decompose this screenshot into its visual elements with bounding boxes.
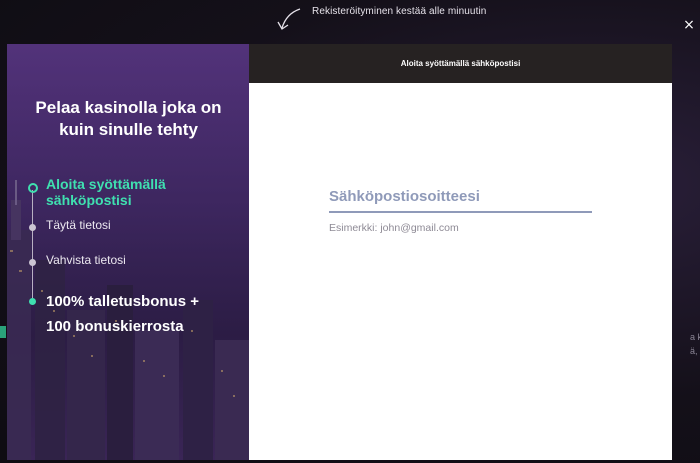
registration-hint: Rekisteröityminen kestää alle minuutin: [276, 4, 486, 34]
background-edge-fragment: [0, 326, 6, 338]
active-step-ring-icon: [28, 183, 38, 193]
email-help-text: Esimerkki: john@gmail.com: [329, 222, 459, 234]
background-text-fragment: ä, Bla: [690, 346, 700, 356]
step-label: Aloita syöttämällä sähköpostisi: [46, 176, 166, 208]
email-field-group: Esimerkki: john@gmail.com: [329, 181, 592, 234]
promo-panel: Pelaa kasinolla joka on kuin sinulle teh…: [7, 44, 249, 460]
form-header-title: Aloita syöttämällä sähköpostisi: [400, 59, 521, 68]
steps-connector-line: [32, 190, 33, 298]
promo-title: Pelaa kasinolla joka on kuin sinulle teh…: [35, 98, 222, 139]
signup-modal: Pelaa kasinolla joka on kuin sinulle teh…: [7, 44, 672, 460]
step-label: Vahvista tietosi: [46, 253, 126, 267]
background-text-fragment: a kuu: [690, 332, 700, 342]
email-form-panel: Aloita syöttämällä sähköpostisi Esimerkk…: [249, 44, 672, 460]
form-header: Aloita syöttämällä sähköpostisi: [249, 44, 672, 83]
reward-dot-icon: [29, 298, 36, 305]
hint-text: Rekisteröityminen kestää alle minuutin: [312, 6, 487, 17]
step-label: Täytä tietosi: [46, 218, 111, 232]
step-dot-icon: [29, 224, 36, 231]
curved-arrow-icon: [277, 8, 301, 30]
close-icon[interactable]: ×: [682, 18, 696, 32]
email-input[interactable]: [329, 181, 592, 213]
step-dot-icon: [29, 259, 36, 266]
bonus-text: 100% talletusbonus + 100 bonuskierrosta: [46, 293, 199, 335]
